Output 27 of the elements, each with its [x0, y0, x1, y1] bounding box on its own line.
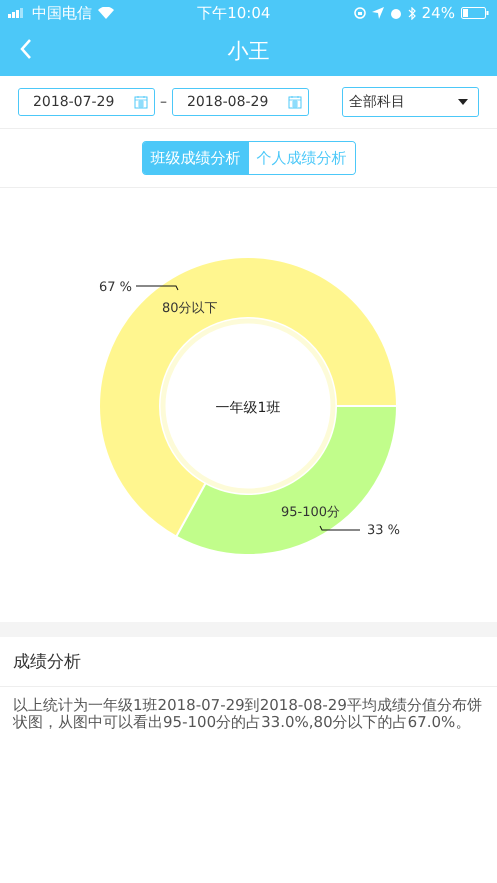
- battery-icon: [460, 7, 489, 19]
- slice-label: 95-100分: [281, 505, 340, 520]
- caret-icon: [458, 99, 468, 105]
- value-label: 33 %: [367, 523, 400, 538]
- section-title: 成绩分析: [13, 651, 81, 673]
- bluetooth-icon: [408, 6, 416, 20]
- start-date-field[interactable]: 2018-07-29: [18, 88, 155, 116]
- carrier-name: 中国电信: [32, 4, 92, 22]
- value-label: 67 %: [99, 280, 132, 295]
- slice-label: 80分以下: [162, 301, 218, 316]
- wifi-icon: [98, 7, 114, 19]
- calendar-icon[interactable]: [134, 95, 148, 109]
- end-date-field[interactable]: 2018-08-29: [172, 88, 309, 116]
- page-title: 小王: [228, 38, 270, 65]
- leader-line: [320, 526, 360, 530]
- signal-icon: [8, 8, 26, 18]
- chart-title: 一年级1班: [216, 400, 280, 416]
- subject-dropdown[interactable]: 全部科目: [342, 87, 479, 117]
- battery-percent: 24%: [422, 4, 455, 22]
- lock-rotation-icon: [354, 7, 366, 19]
- clock: 下午10:04: [197, 4, 270, 22]
- date-separator: –: [160, 94, 167, 110]
- location-icon: [372, 7, 384, 19]
- calendar-icon[interactable]: [288, 95, 302, 109]
- leader-line: [136, 286, 178, 290]
- analysis-text: 以上统计为一年级1班2018-07-29到2018-08-29平均成绩分值分布饼状图，从图中可以看出95-100分的占33.0%,80分以下的占67.0%。: [13, 697, 483, 731]
- back-button[interactable]: [20, 38, 32, 60]
